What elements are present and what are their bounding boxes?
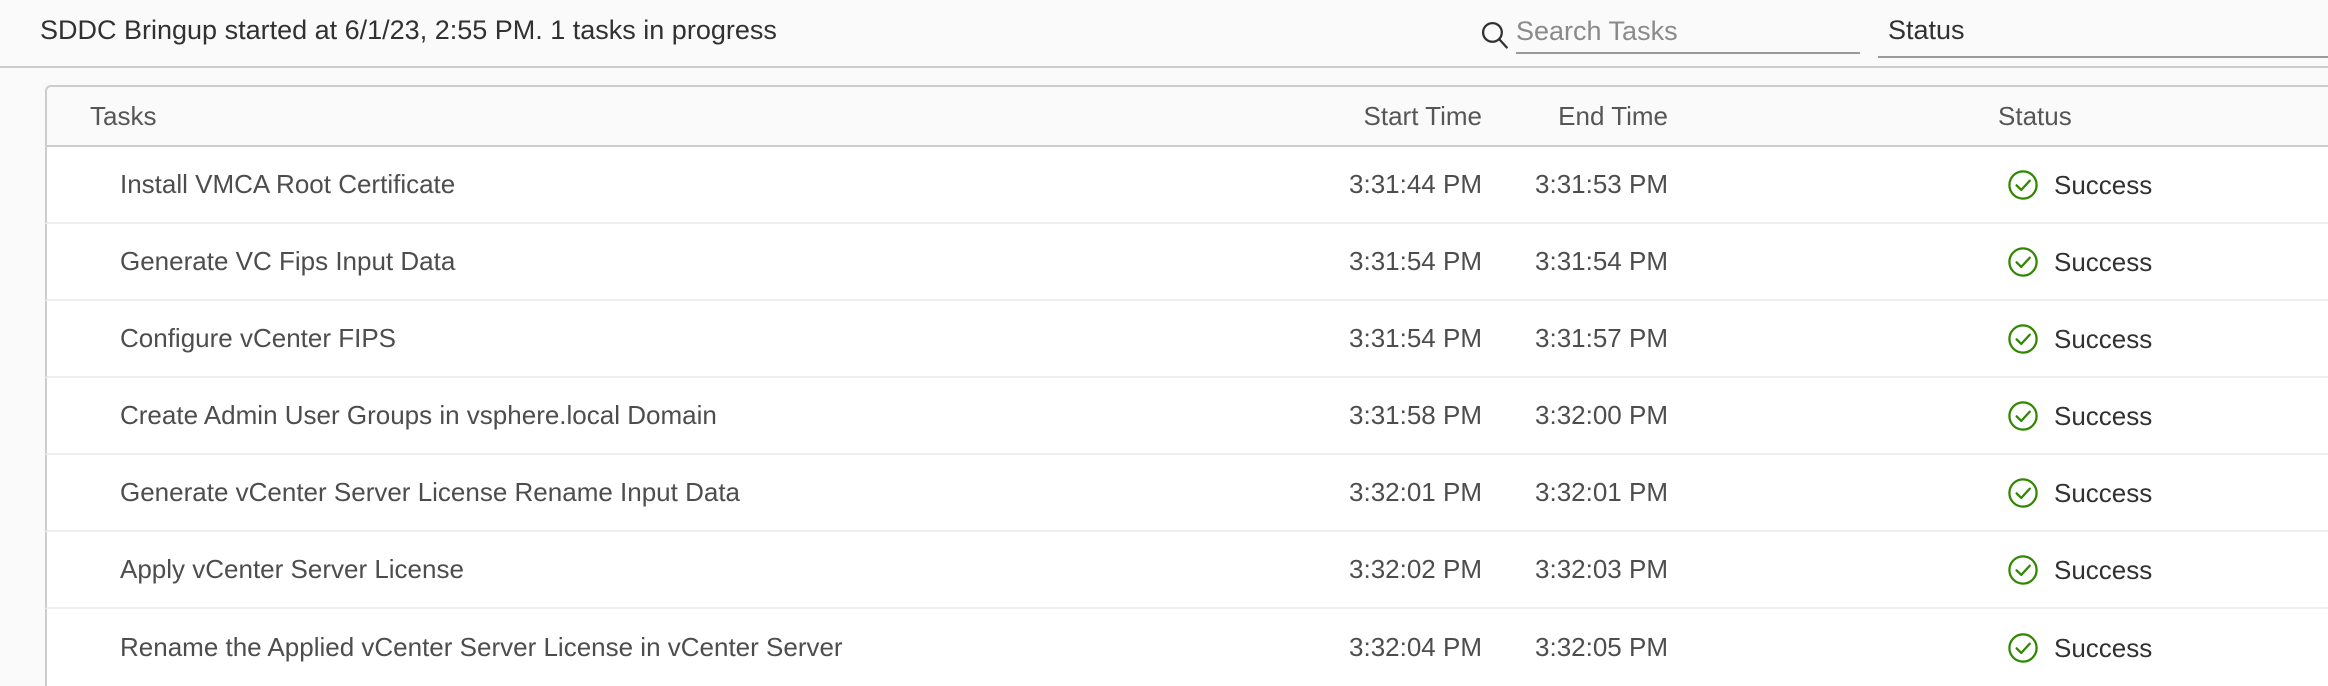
table-row[interactable]: Rename the Applied vCenter Server Licens…	[45, 609, 2328, 686]
cell-end-time: 3:31:57 PM	[1535, 323, 1668, 353]
status-label: Success	[2054, 169, 2153, 200]
search-input[interactable]	[1516, 10, 1860, 54]
table-row[interactable]: Apply vCenter Server License 3:32:02 PM …	[45, 532, 2328, 609]
column-header-tasks[interactable]: Tasks	[47, 101, 1302, 132]
table-row[interactable]: Install VMCA Root Certificate 3:31:44 PM…	[45, 147, 2328, 224]
cell-status: Success	[1668, 245, 2328, 279]
status-label: Success	[2054, 400, 2153, 431]
success-check-circle-icon	[2006, 322, 2040, 356]
cell-start-time: 3:31:44 PM	[1349, 169, 1482, 199]
cell-start-time: 3:32:04 PM	[1349, 632, 1482, 662]
status-filter-dropdown[interactable]: Status	[1878, 10, 2328, 58]
cell-end-time: 3:32:01 PM	[1535, 477, 1668, 507]
search-icon	[1478, 18, 1512, 52]
status-label: Success	[2054, 554, 2153, 585]
cell-task-name: Configure vCenter FIPS	[120, 323, 397, 353]
sddc-bringup-task-screen: SDDC Bringup started at 6/1/23, 2:55 PM.…	[0, 0, 2328, 686]
cell-status: Success	[1668, 631, 2328, 665]
cell-start-time: 3:31:54 PM	[1349, 246, 1482, 276]
cell-task-name: Create Admin User Groups in vsphere.loca…	[120, 400, 717, 430]
column-header-start-time[interactable]: Start Time	[1302, 101, 1482, 132]
bringup-status-text: SDDC Bringup started at 6/1/23, 2:55 PM.…	[40, 15, 777, 45]
cell-task-name: Install VMCA Root Certificate	[120, 169, 456, 199]
status-label: Success	[2054, 323, 2153, 354]
cell-status: Success	[1668, 322, 2328, 356]
success-check-circle-icon	[2006, 553, 2040, 587]
column-header-status[interactable]: Status	[1668, 101, 2328, 132]
cell-start-time: 3:31:54 PM	[1349, 323, 1482, 353]
cell-end-time: 3:31:54 PM	[1535, 246, 1668, 276]
cell-start-time: 3:31:58 PM	[1349, 400, 1482, 430]
status-label: Success	[2054, 246, 2153, 277]
table-header-row: Tasks Start Time End Time Status	[45, 85, 2328, 147]
cell-status: Success	[1668, 399, 2328, 433]
cell-task-name: Generate vCenter Server License Rename I…	[120, 477, 741, 507]
tasks-table: Tasks Start Time End Time Status Install…	[45, 85, 2328, 686]
column-header-end-time[interactable]: End Time	[1482, 101, 1668, 132]
cell-start-time: 3:32:01 PM	[1349, 477, 1482, 507]
status-filter-label: Status	[1888, 15, 1965, 45]
success-check-circle-icon	[2006, 245, 2040, 279]
status-label: Success	[2054, 632, 2153, 663]
table-row[interactable]: Configure vCenter FIPS 3:31:54 PM 3:31:5…	[45, 301, 2328, 378]
success-check-circle-icon	[2006, 168, 2040, 202]
cell-end-time: 3:32:03 PM	[1535, 554, 1668, 584]
cell-status: Success	[1668, 168, 2328, 202]
table-row[interactable]: Generate VC Fips Input Data 3:31:54 PM 3…	[45, 224, 2328, 301]
cell-task-name: Rename the Applied vCenter Server Licens…	[120, 632, 843, 662]
cell-end-time: 3:32:00 PM	[1535, 400, 1668, 430]
table-body: Install VMCA Root Certificate 3:31:44 PM…	[45, 147, 2328, 686]
table-row[interactable]: Create Admin User Groups in vsphere.loca…	[45, 378, 2328, 455]
cell-status: Success	[1668, 553, 2328, 587]
cell-status: Success	[1668, 476, 2328, 510]
cell-task-name: Apply vCenter Server License	[120, 554, 464, 584]
status-label: Success	[2054, 477, 2153, 508]
success-check-circle-icon	[2006, 399, 2040, 433]
search-tasks-control	[1478, 10, 1860, 58]
success-check-circle-icon	[2006, 476, 2040, 510]
cell-end-time: 3:32:05 PM	[1535, 632, 1668, 662]
success-check-circle-icon	[2006, 631, 2040, 665]
table-row[interactable]: Generate vCenter Server License Rename I…	[45, 455, 2328, 532]
cell-end-time: 3:31:53 PM	[1535, 169, 1668, 199]
toolbar: SDDC Bringup started at 6/1/23, 2:55 PM.…	[0, 0, 2328, 68]
cell-task-name: Generate VC Fips Input Data	[120, 246, 456, 276]
cell-start-time: 3:32:02 PM	[1349, 554, 1482, 584]
